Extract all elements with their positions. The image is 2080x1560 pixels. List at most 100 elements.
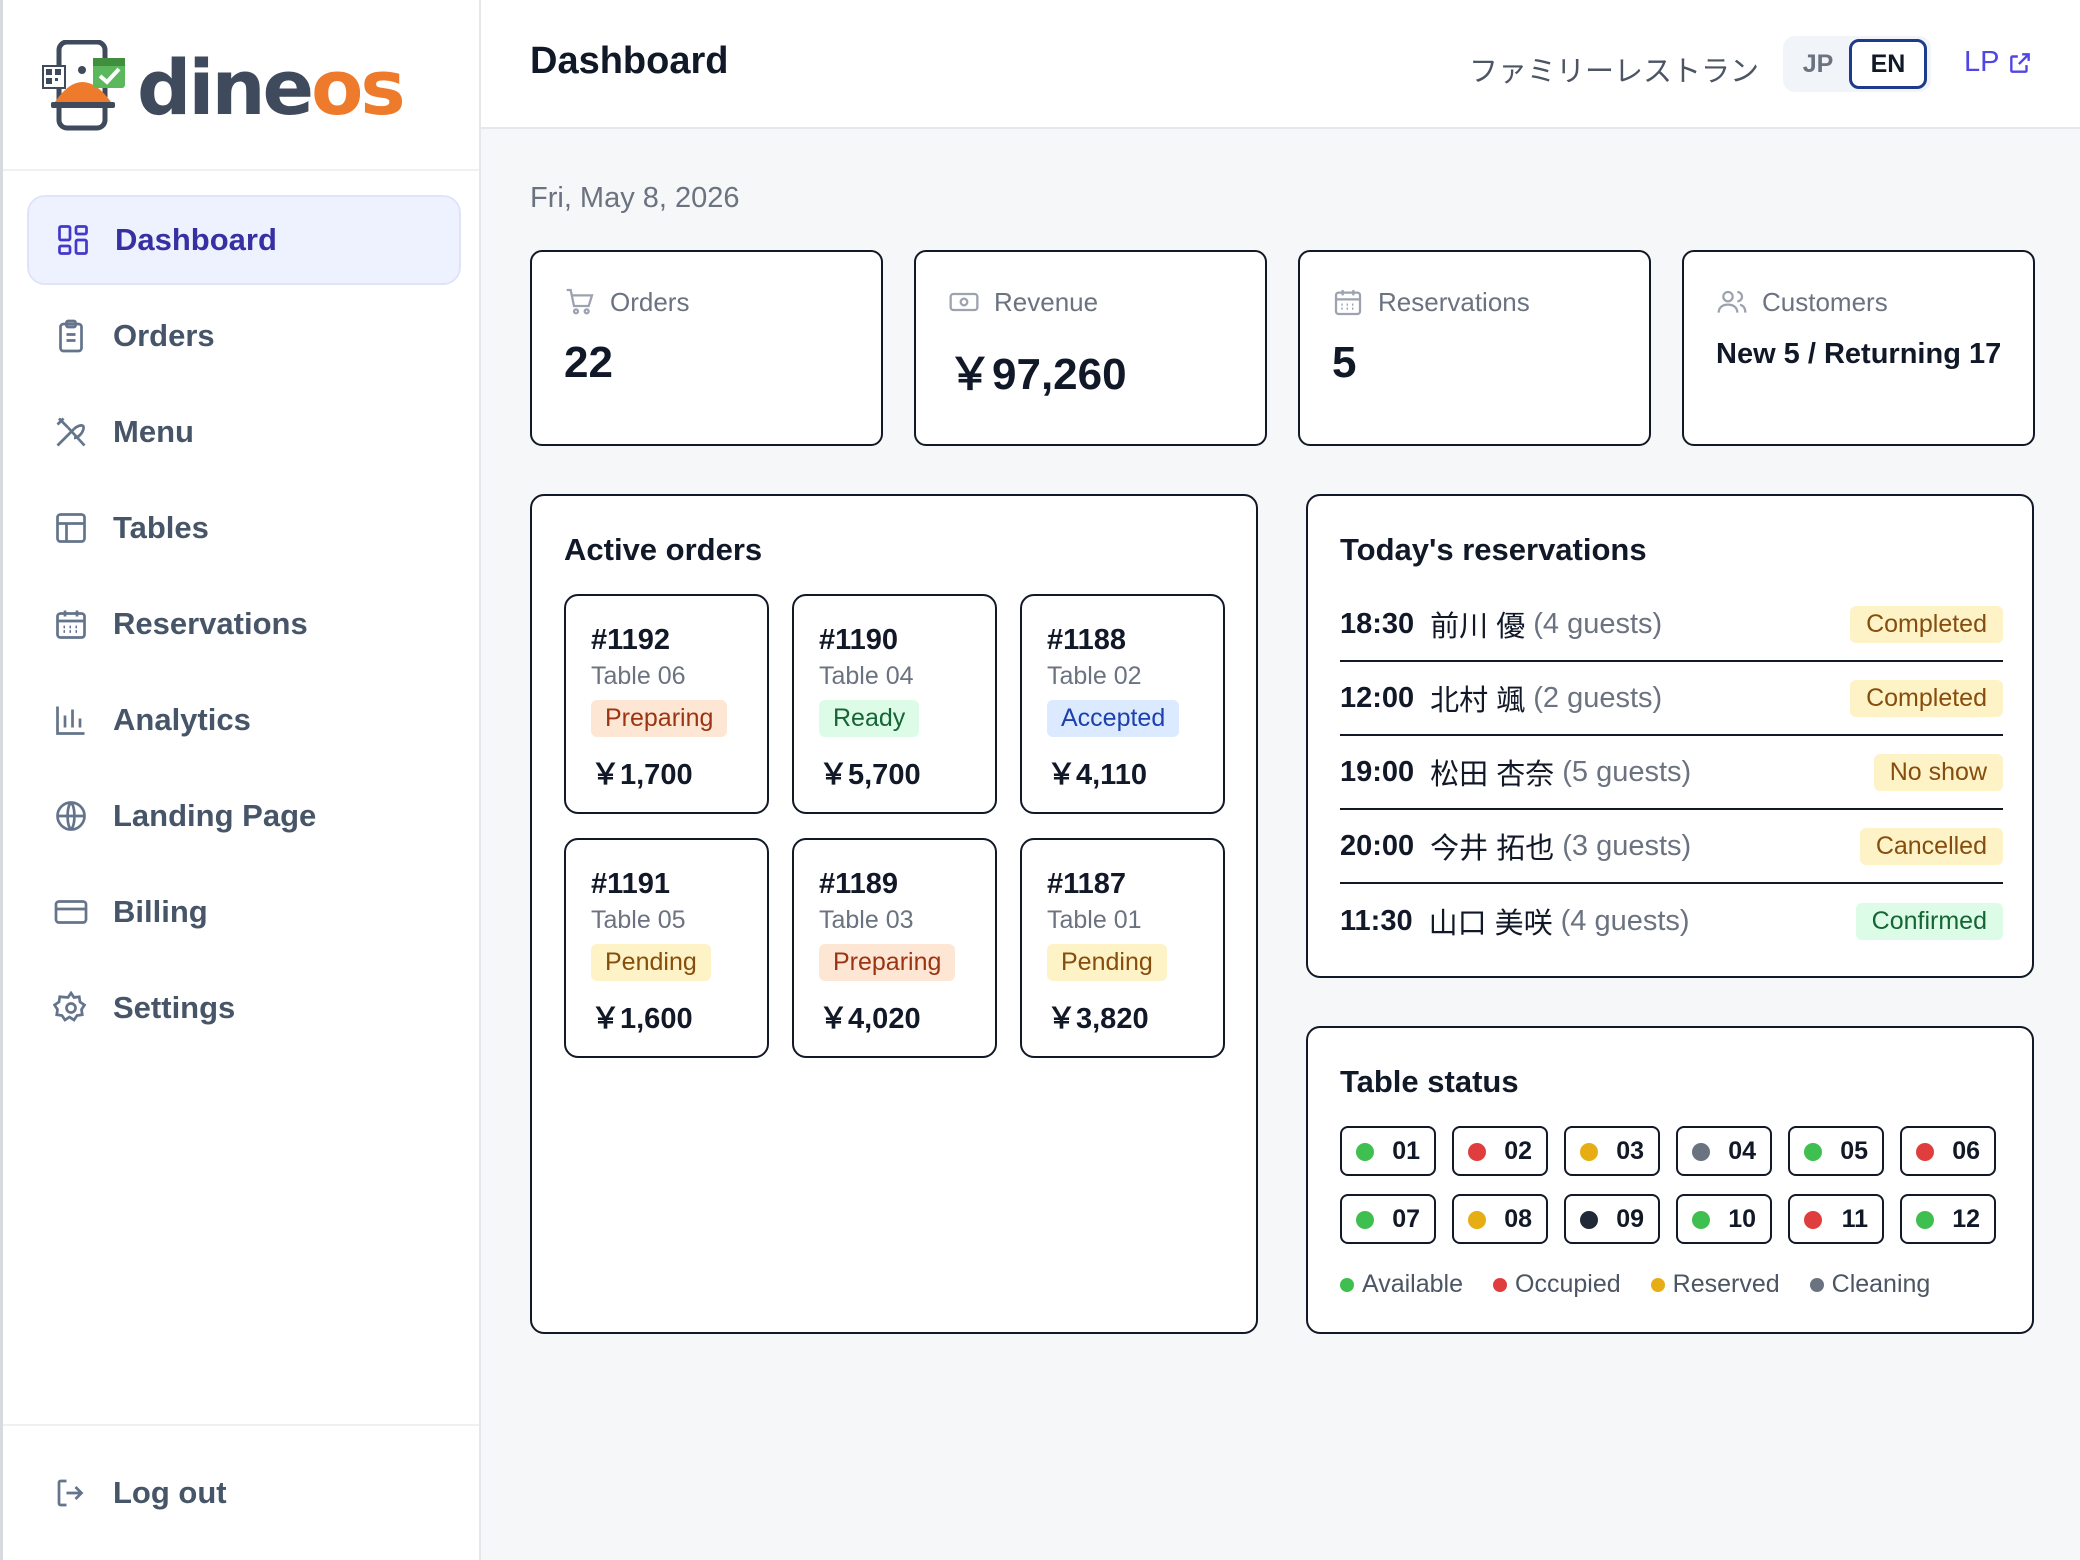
sidebar-item-tables[interactable]: Tables — [27, 483, 461, 573]
sidebar-item-menu[interactable]: Menu — [27, 387, 461, 477]
table-id: 04 — [1728, 1136, 1756, 1165]
stat-value: 5 — [1332, 338, 1357, 387]
reservation-row[interactable]: 18:30 前川 優 (4 guests) Completed — [1340, 588, 2003, 662]
order-card[interactable]: #1187 Table 01 Pending ￥3,820 — [1020, 838, 1225, 1058]
lang-jp-button[interactable]: JP — [1787, 39, 1849, 89]
table-id: 07 — [1392, 1204, 1420, 1233]
table-id: 05 — [1840, 1136, 1868, 1165]
order-table: Table 04 — [819, 662, 914, 690]
legend-label: Occupied — [1515, 1270, 1621, 1298]
users-icon — [1717, 290, 1747, 313]
main-content: Dashboard ファミリーレストラン JP EN LP Fri, May 8… — [481, 0, 2080, 1560]
table-chip[interactable]: 06 — [1900, 1126, 1996, 1176]
table-chip[interactable]: 04 — [1676, 1126, 1772, 1176]
stat-card-customers: Customers New 5 / Returning 17 — [1682, 250, 2035, 446]
reservation-guests: (2 guests) — [1533, 681, 1663, 714]
status-badge: Confirmed — [1855, 902, 2003, 940]
lp-link[interactable]: LP — [1964, 46, 2033, 79]
status-dot — [1468, 1211, 1486, 1229]
order-number: #1189 — [819, 868, 899, 900]
table-chip[interactable]: 11 — [1788, 1194, 1884, 1244]
logout-button[interactable]: Log out — [27, 1448, 461, 1538]
sidebar-item-reservations[interactable]: Reservations — [27, 579, 461, 669]
order-card[interactable]: #1188 Table 02 Accepted ￥4,110 — [1020, 594, 1225, 814]
reservation-time: 19:00 — [1340, 755, 1415, 788]
sidebar-item-landing-page[interactable]: Landing Page — [27, 771, 461, 861]
lang-en-button[interactable]: EN — [1849, 39, 1927, 89]
sidebar-item-label: Landing Page — [113, 798, 317, 833]
reservation-row[interactable]: 11:30 山口 美咲 (4 guests) Confirmed — [1340, 884, 2003, 958]
table-chip[interactable]: 09 — [1564, 1194, 1660, 1244]
sidebar-item-dashboard[interactable]: Dashboard — [27, 195, 461, 285]
utensils-icon — [53, 414, 89, 450]
restaurant-name: ファミリーレストラン — [1469, 56, 1760, 88]
sidebar-item-billing[interactable]: Billing — [27, 867, 461, 957]
stat-label: Customers — [1716, 286, 1888, 318]
stat-value: New 5 / Returning 17 — [1716, 338, 2002, 370]
table-icon — [53, 510, 89, 546]
calendar-icon — [1334, 290, 1362, 316]
reservation-name: 今井 拓也 — [1430, 833, 1555, 865]
reservations-panel: Today's reservations 18:30 前川 優 (4 guest… — [1306, 494, 2034, 978]
table-chip[interactable]: 08 — [1452, 1194, 1548, 1244]
sidebar-item-orders[interactable]: Orders — [27, 291, 461, 381]
status-badge: Cancelled — [1859, 827, 2003, 865]
stat-label-text: Revenue — [994, 286, 1099, 317]
table-id: 06 — [1952, 1136, 1980, 1165]
table-id: 12 — [1952, 1204, 1980, 1233]
panel-title: Today's reservations — [1340, 532, 1647, 567]
sidebar: dineos Dashboard Orders Menu Tables Rese… — [0, 0, 481, 1560]
table-id: 01 — [1392, 1136, 1420, 1165]
active-orders-panel: Active orders #1192 Table 06 Preparing ￥… — [530, 494, 1258, 1334]
table-chip[interactable]: 10 — [1676, 1194, 1772, 1244]
order-table: Table 03 — [819, 906, 914, 934]
sidebar-item-label: Menu — [113, 414, 194, 449]
status-badge: Preparing — [819, 944, 956, 981]
table-chip[interactable]: 02 — [1452, 1126, 1548, 1176]
sidebar-item-label: Tables — [113, 510, 209, 545]
legend-item: Reserved — [1650, 1270, 1780, 1299]
status-dot — [1804, 1211, 1822, 1229]
sidebar-item-label: Dashboard — [115, 222, 277, 257]
order-card[interactable]: #1189 Table 03 Preparing ￥4,020 — [792, 838, 997, 1058]
stat-label-text: Orders — [610, 286, 690, 317]
status-dot — [1580, 1143, 1598, 1161]
table-chip[interactable]: 03 — [1564, 1126, 1660, 1176]
legend-item: Occupied — [1493, 1270, 1621, 1299]
reservation-time: 20:00 — [1340, 829, 1415, 862]
reservation-name: 北村 颯 — [1430, 685, 1526, 717]
reservation-time: 18:30 — [1340, 607, 1415, 640]
reservation-guests: (5 guests) — [1562, 755, 1692, 788]
reservation-row[interactable]: 19:00 松田 杏奈 (5 guests) No show — [1340, 736, 2003, 810]
table-chip[interactable]: 01 — [1340, 1126, 1436, 1176]
legend-label: Available — [1362, 1270, 1464, 1298]
reservation-time: 12:00 — [1340, 681, 1415, 714]
status-dot — [1356, 1143, 1374, 1161]
stat-label: Revenue — [948, 286, 1098, 318]
brand-name-part1: dine — [137, 43, 314, 132]
order-amount: ￥5,700 — [819, 759, 921, 791]
reservation-row[interactable]: 20:00 今井 拓也 (3 guests) Cancelled — [1340, 810, 2003, 884]
table-chip[interactable]: 05 — [1788, 1126, 1884, 1176]
reservation-guests: (4 guests) — [1533, 607, 1663, 640]
legend-item: Available — [1340, 1270, 1463, 1299]
table-chip[interactable]: 07 — [1340, 1194, 1436, 1244]
cart-icon — [566, 288, 594, 315]
reservation-row[interactable]: 12:00 北村 颯 (2 guests) Completed — [1340, 662, 2003, 736]
sidebar-item-label: Analytics — [113, 702, 251, 737]
brand-wordmark: dineos — [137, 40, 406, 136]
current-date: Fri, May 8, 2026 — [530, 182, 740, 214]
globe-icon — [53, 798, 89, 834]
order-card[interactable]: #1192 Table 06 Preparing ￥1,700 — [564, 594, 769, 814]
order-card[interactable]: #1190 Table 04 Ready ￥5,700 — [792, 594, 997, 814]
legend-label: Cleaning — [1831, 1270, 1931, 1298]
logout-icon — [53, 1475, 89, 1511]
reservation-guests: (3 guests) — [1562, 829, 1692, 862]
table-chip[interactable]: 12 — [1900, 1194, 1996, 1244]
sidebar-item-settings[interactable]: Settings — [27, 963, 461, 1053]
stat-label-text: Reservations — [1378, 286, 1530, 317]
sidebar-item-analytics[interactable]: Analytics — [27, 675, 461, 765]
order-card[interactable]: #1191 Table 05 Pending ￥1,600 — [564, 838, 769, 1058]
legend-dot — [1650, 1277, 1665, 1292]
status-dot — [1580, 1211, 1598, 1229]
